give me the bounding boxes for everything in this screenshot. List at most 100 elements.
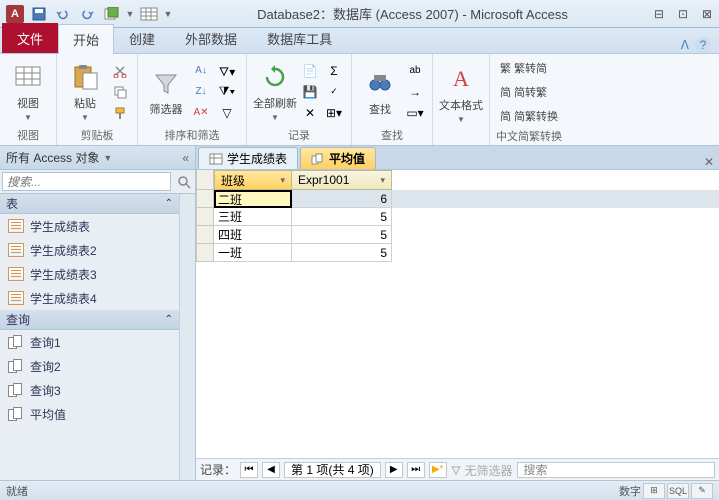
nav-query-item[interactable]: 查询2	[0, 354, 179, 378]
trad-to-simp-button[interactable]: 繁 繁转简	[496, 58, 562, 78]
datasheet-icon[interactable]	[138, 3, 160, 25]
refresh-button[interactable]: 全部刷新 ▼	[253, 59, 297, 125]
nav-search-input[interactable]	[2, 172, 171, 191]
nav-collapse-icon[interactable]: «	[182, 151, 189, 165]
recnav-label: 记录：	[200, 461, 236, 478]
nav-table-item[interactable]: 学生成绩表2	[0, 238, 179, 262]
view-design-button[interactable]: ✎	[691, 483, 713, 499]
toggle-filter-icon[interactable]: ▽	[214, 103, 240, 123]
select-icon[interactable]: ▭▾	[404, 103, 426, 123]
next-record-button[interactable]: ▶	[385, 462, 403, 478]
table-icon	[8, 267, 24, 281]
row-selector[interactable]	[196, 208, 214, 226]
save-record-icon[interactable]: 💾	[299, 82, 321, 102]
textfmt-button[interactable]: A 文本格式 ▼	[439, 61, 483, 127]
spelling-icon[interactable]: ✓	[323, 82, 345, 102]
tab-home[interactable]: 开始	[58, 24, 114, 54]
save-icon[interactable]	[28, 3, 50, 25]
doc-tab-table[interactable]: 学生成绩表	[198, 147, 298, 169]
help-icon[interactable]: ?	[695, 37, 711, 53]
nav-query-item[interactable]: 查询1	[0, 330, 179, 354]
cell[interactable]: 二班	[214, 190, 292, 208]
tab-file[interactable]: 文件	[2, 23, 58, 53]
find-button[interactable]: 查找	[358, 59, 402, 125]
tab-create[interactable]: 创建	[114, 23, 170, 53]
doc-close-icon[interactable]: ✕	[699, 155, 719, 169]
view-button[interactable]: 视图 ▼	[6, 59, 50, 125]
cell[interactable]: 6	[292, 190, 392, 208]
doc-tab-query[interactable]: 平均值	[300, 147, 376, 169]
cell[interactable]: 5	[292, 244, 392, 262]
cell[interactable]: 一班	[214, 244, 292, 262]
nav-table-item[interactable]: 学生成绩表4	[0, 286, 179, 310]
sort-asc-icon[interactable]: A↓	[190, 61, 212, 81]
minimize-ribbon-icon[interactable]: ᐱ	[681, 38, 689, 52]
column-header[interactable]: 班级▾	[214, 170, 292, 190]
row-selector[interactable]	[196, 226, 214, 244]
ribbon-tabs: 文件 开始 创建 外部数据 数据库工具 ᐱ ?	[0, 28, 719, 54]
nav-section-tables[interactable]: 表 ⌃	[0, 194, 179, 214]
cell[interactable]: 5	[292, 226, 392, 244]
minimize-button[interactable]: ⊟	[651, 7, 667, 21]
nav-query-item[interactable]: 查询3	[0, 378, 179, 402]
nav-table-item[interactable]: 学生成绩表3	[0, 262, 179, 286]
new-record-button[interactable]: ▶*	[429, 462, 447, 478]
column-header[interactable]: Expr1001▾	[292, 170, 392, 190]
filter-button[interactable]: 筛选器	[144, 59, 188, 125]
table-row[interactable]: 二班 6	[196, 190, 719, 208]
group-find: 查找 ab → ▭▾ 查找	[352, 54, 433, 145]
sort-desc-icon[interactable]: Z↓	[190, 82, 212, 102]
replace-icon[interactable]: ab	[404, 61, 426, 81]
paste-icon	[69, 61, 101, 93]
simp-to-trad-button[interactable]: 简 简转繁	[496, 82, 562, 102]
tab-dbtools[interactable]: 数据库工具	[252, 23, 347, 53]
nav-section-queries[interactable]: 查询 ⌃	[0, 310, 179, 330]
selection-filter-icon[interactable]: 🜄▾	[214, 61, 240, 81]
qat-item-icon[interactable]	[100, 3, 122, 25]
document-tabs: 学生成绩表 平均值 ✕	[196, 146, 719, 170]
cut-icon[interactable]	[109, 61, 131, 81]
nav-scrollbar[interactable]	[179, 194, 195, 480]
row-selector[interactable]	[196, 244, 214, 262]
table-row[interactable]: 三班 5	[196, 208, 719, 226]
nav-query-item[interactable]: 平均值	[0, 402, 179, 426]
redo-icon[interactable]	[76, 3, 98, 25]
undo-icon[interactable]	[52, 3, 74, 25]
nav-header[interactable]: 所有 Access 对象 ▼ «	[0, 146, 195, 170]
table-row[interactable]: 四班 5	[196, 226, 719, 244]
new-record-icon[interactable]: 📄	[299, 61, 321, 81]
maximize-button[interactable]: ⊡	[675, 7, 691, 21]
goto-icon[interactable]: →	[404, 82, 426, 102]
close-button[interactable]: ⊠	[699, 7, 715, 21]
record-position[interactable]: 第 1 项(共 4 项)	[284, 462, 381, 478]
cell[interactable]: 三班	[214, 208, 292, 226]
more-records-icon[interactable]: ⊞▾	[323, 103, 345, 123]
select-all-corner[interactable]	[196, 170, 214, 190]
copy-icon[interactable]	[109, 82, 131, 102]
last-record-button[interactable]: ⏭	[407, 462, 425, 478]
group-sort-label: 排序和筛选	[144, 125, 240, 143]
clear-sort-icon[interactable]: A✕	[190, 103, 212, 123]
nav-table-item[interactable]: 学生成绩表	[0, 214, 179, 238]
cjk-convert-button[interactable]: 简 简繁转换	[496, 106, 562, 126]
paste-button[interactable]: 粘贴 ▼	[63, 59, 107, 125]
advanced-filter-icon[interactable]: ⧩▾	[214, 82, 240, 102]
totals-icon[interactable]: Σ	[323, 61, 345, 81]
qat-dropdown2-icon[interactable]: ▼	[162, 3, 174, 25]
delete-record-icon[interactable]: ✕	[299, 103, 321, 123]
qat-dropdown-icon[interactable]: ▼	[124, 3, 136, 25]
view-datasheet-button[interactable]: ⊞	[643, 483, 665, 499]
prev-record-button[interactable]: ◀	[262, 462, 280, 478]
query-icon	[8, 335, 24, 349]
cell[interactable]: 5	[292, 208, 392, 226]
format-painter-icon[interactable]	[109, 103, 131, 123]
tab-external[interactable]: 外部数据	[170, 23, 252, 53]
access-logo[interactable]: A	[4, 3, 26, 25]
row-selector[interactable]	[196, 190, 214, 208]
record-search-input[interactable]: 搜索	[517, 462, 715, 478]
search-icon[interactable]	[173, 170, 195, 193]
first-record-button[interactable]: ⏮	[240, 462, 258, 478]
table-row[interactable]: 一班 5	[196, 244, 719, 262]
view-sql-button[interactable]: SQL	[667, 483, 689, 499]
cell[interactable]: 四班	[214, 226, 292, 244]
